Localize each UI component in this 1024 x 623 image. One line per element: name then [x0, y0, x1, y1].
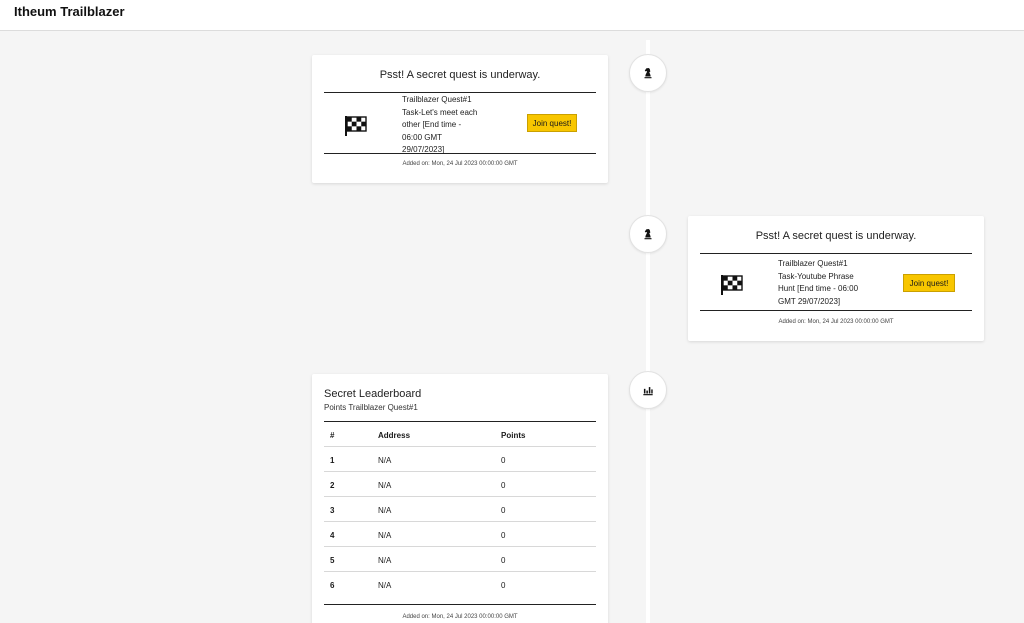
rank-cell: 3: [330, 506, 335, 515]
app-title: Itheum Trailblazer: [14, 4, 125, 19]
rank-cell: 1: [330, 456, 335, 465]
added-date: Added on: Mon, 24 Jul 2023 00:00:00 GMT: [778, 319, 894, 325]
app-header: Itheum Trailblazer: [0, 0, 1024, 31]
address-cell: N/A: [378, 481, 392, 490]
quest-line: other [End time -: [402, 120, 462, 129]
quest-card: Psst! A secret quest is underway. Trailb…: [688, 216, 984, 341]
quest-line: GMT 29/07/2023]: [778, 296, 841, 306]
leaderboard-table: # Address Points 1 N/A 0 2 N/A 0 3 N/A 0…: [324, 421, 596, 597]
rank-cell: 5: [330, 556, 335, 565]
added-date: Added on: Mon, 24 Jul 2023 00:00:00 GMT: [402, 614, 518, 620]
quest-card: Psst! A secret quest is underway. Trailb…: [312, 55, 608, 183]
quest-line: Task-Youtube Phrase: [778, 271, 854, 281]
table-header-row: # Address Points: [324, 422, 596, 447]
checkered-flag-icon: [721, 275, 743, 295]
checkered-flag-icon: [345, 116, 367, 136]
quest-description: Trailblazer Quest#1 Task-Let's meet each…: [402, 94, 502, 157]
leaderboard-subtitle: Points Trailblazer Quest#1: [324, 403, 418, 412]
column-header-rank: #: [330, 431, 335, 440]
column-header-points: Points: [501, 431, 526, 440]
points-cell: 0: [501, 481, 506, 490]
timeline-line: [646, 40, 650, 623]
points-cell: 0: [501, 506, 506, 515]
address-cell: N/A: [378, 506, 392, 515]
quest-line: 06:00 GMT: [402, 132, 443, 142]
table-row: 4 N/A 0: [324, 522, 596, 547]
quest-line: Trailblazer Quest#1: [778, 259, 848, 268]
rank-cell: 2: [330, 481, 335, 490]
address-cell: N/A: [378, 531, 392, 540]
leaderboard-card: Secret Leaderboard Points Trailblazer Qu…: [312, 374, 608, 623]
added-date: Added on: Mon, 24 Jul 2023 00:00:00 GMT: [402, 161, 518, 167]
table-row: 6 N/A 0: [324, 572, 596, 597]
address-cell: N/A: [378, 456, 392, 465]
address-cell: N/A: [378, 581, 392, 590]
table-row: 5 N/A 0: [324, 547, 596, 572]
timeline-node-quest-2: [629, 215, 667, 253]
table-row: 3 N/A 0: [324, 497, 596, 522]
quest-details: Trailblazer Quest#1 Task-Let's meet each…: [324, 92, 596, 154]
table-row: 1 N/A 0: [324, 447, 596, 472]
rank-cell: 6: [330, 581, 335, 590]
column-header-address: Address: [378, 431, 411, 440]
join-quest-button[interactable]: Join quest!: [527, 114, 577, 132]
points-cell: 0: [501, 581, 506, 590]
quest-details: Trailblazer Quest#1 Task-Youtube Phrase …: [700, 253, 972, 311]
leaderboard-title: Secret Leaderboard: [324, 388, 422, 400]
quest-heading: Psst! A secret quest is underway.: [379, 69, 541, 81]
timeline-node-quest-1: [629, 54, 667, 92]
table-bottom-rule: [324, 604, 596, 605]
quest-line: Hunt [End time - 06:00: [778, 284, 859, 293]
join-quest-button[interactable]: Join quest!: [903, 274, 955, 292]
rank-cell: 4: [330, 531, 335, 540]
quest-description: Trailblazer Quest#1 Task-Youtube Phrase …: [778, 258, 878, 308]
quest-line: 29/07/2023]: [402, 145, 445, 154]
chess-knight-icon: [644, 68, 652, 79]
quest-heading: Psst! A secret quest is underway.: [755, 230, 917, 242]
points-cell: 0: [501, 556, 506, 565]
timeline-node-leaderboard: [629, 371, 667, 409]
points-cell: 0: [501, 531, 506, 540]
table-row: 2 N/A 0: [324, 472, 596, 497]
bar-chart-icon: [643, 387, 653, 396]
points-cell: 0: [501, 456, 506, 465]
address-cell: N/A: [378, 556, 392, 565]
chess-knight-icon: [644, 229, 652, 240]
quest-line: Task-Let's meet each: [402, 107, 478, 117]
quest-line: Trailblazer Quest#1: [402, 95, 472, 104]
